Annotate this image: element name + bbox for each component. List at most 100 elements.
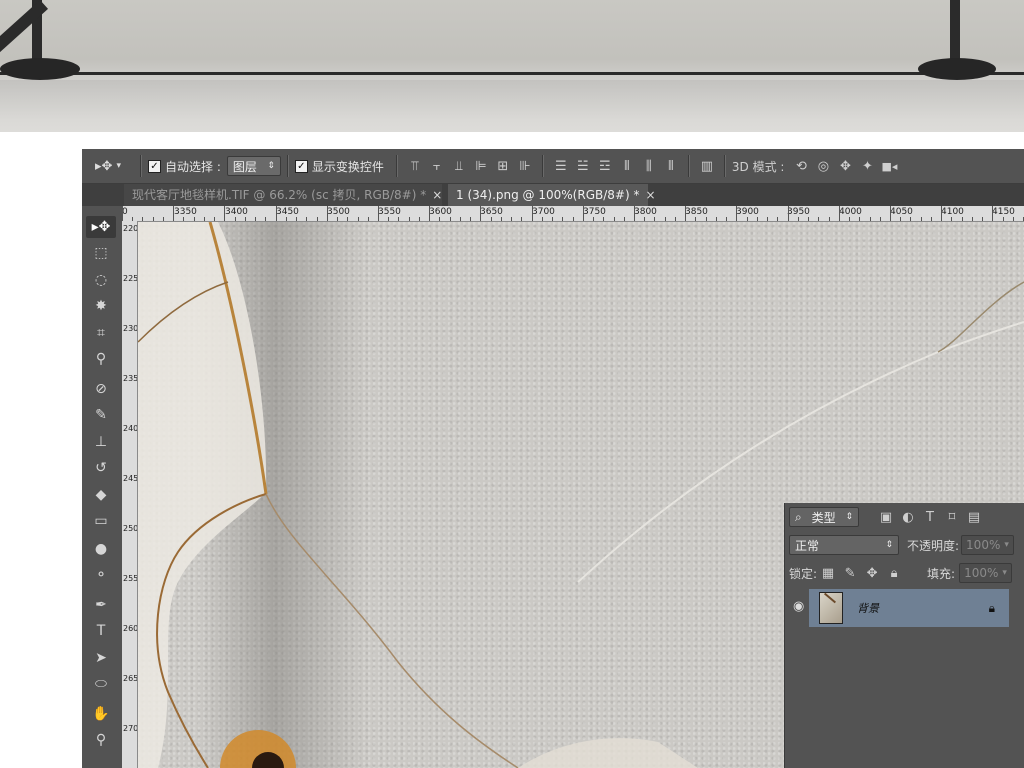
options-bar: ▸✥ ▾ ✓ 自动选择 : 图层 ⇕ ✓ 显示变换控件 ⫪ ⫟ ⫫ ⊫ ⊞ ⊪ …	[82, 149, 1024, 184]
align-vertical-center-icon[interactable]: ⫟	[426, 159, 448, 174]
ruler-tick	[418, 217, 420, 221]
auto-select-dropdown[interactable]: 图层 ⇕	[226, 156, 281, 176]
zoom-tool-icon[interactable]: ⚲	[86, 729, 116, 751]
align-bottom-icon[interactable]: ⫫	[448, 159, 470, 174]
ruler-tick	[603, 217, 605, 221]
ruler-label: 3600	[429, 207, 452, 217]
pixel-layer-filter-icon[interactable]: ▣	[875, 510, 897, 525]
ruler-label: 2500	[123, 524, 138, 533]
divider	[395, 155, 398, 177]
path-selection-tool-icon[interactable]: ➤	[86, 647, 116, 669]
clone-stamp-tool-icon[interactable]: ⊥	[86, 431, 116, 453]
ruler-label: 3450	[276, 207, 299, 217]
ruler-label: 3850	[685, 207, 708, 217]
distribute-vertical-center-icon[interactable]: ☱	[572, 159, 594, 174]
ruler-tick	[828, 217, 830, 221]
chevron-down-icon: ▾	[1002, 568, 1007, 578]
ruler-tick	[224, 206, 226, 221]
align-left-icon[interactable]: ⊫	[470, 159, 492, 174]
filter-label: 类型	[811, 510, 836, 525]
3d-scale-icon[interactable]: ■◂	[878, 160, 900, 173]
fill-input[interactable]: 100% ▾	[959, 563, 1012, 583]
marquee-tool-icon[interactable]: ⬚	[86, 242, 116, 264]
3d-roll-icon[interactable]: ◎	[812, 159, 834, 174]
distribute-right-icon[interactable]: ⫴	[660, 159, 682, 174]
blur-tool-icon[interactable]: ●	[86, 538, 116, 560]
opacity-input[interactable]: 100% ▾	[961, 535, 1014, 555]
ruler-tick	[449, 217, 451, 221]
align-top-icon[interactable]: ⫪	[404, 159, 426, 174]
ruler-tick	[715, 217, 717, 221]
eraser-tool-icon[interactable]: ◆	[86, 484, 116, 506]
lock-position-icon[interactable]: ✥	[861, 566, 883, 581]
dodge-tool-icon[interactable]: ⚬	[86, 564, 116, 586]
ruler-tick	[787, 206, 789, 221]
left-stand-base	[0, 58, 80, 80]
distribute-top-icon[interactable]: ☰	[550, 159, 572, 174]
tab-carpet-mockup[interactable]: 现代客厅地毯样机.TIF @ 66.2% (sc 拷贝, RGB/8#) * ×	[124, 184, 442, 206]
3d-rotate-icon[interactable]: ⟲	[790, 159, 812, 174]
adjustment-layer-filter-icon[interactable]: ◐	[897, 510, 919, 525]
vein-line	[265, 493, 519, 768]
blend-mode-dropdown[interactable]: 正常 ⇕	[789, 535, 899, 555]
ruler-label: 3950	[787, 207, 810, 217]
3d-slide-icon[interactable]: ✦	[856, 159, 878, 174]
gradient-tool-icon[interactable]: ▭	[86, 510, 116, 532]
magic-wand-tool-icon[interactable]: ✸	[86, 295, 116, 317]
healing-brush-tool-icon[interactable]: ⊘	[86, 378, 116, 400]
ruler-tick	[296, 217, 298, 221]
smart-object-filter-icon[interactable]: ▤	[963, 510, 985, 525]
ruler-tick	[869, 217, 871, 221]
auto-align-layers-icon[interactable]: ▥	[696, 159, 718, 174]
move-tool-preset[interactable]: ▸✥ ▾	[82, 159, 134, 174]
distribute-horizontal-center-icon[interactable]: ⫼	[638, 159, 660, 174]
lock-fill-row: 锁定: ▦ ✎ ✥ 🔒︎ 填充: 100% ▾	[785, 563, 1024, 583]
lock-all-icon[interactable]: 🔒︎	[883, 566, 905, 581]
show-transform-checkbox[interactable]: ✓ 显示变换控件	[294, 158, 384, 175]
ruler-tick	[500, 217, 502, 221]
type-layer-filter-icon[interactable]: T	[919, 510, 941, 525]
lock-icon: 🔒︎	[988, 600, 995, 615]
layer-filter-dropdown[interactable]: ⌕ 类型 ⇕	[789, 507, 859, 527]
ruler-tick	[203, 217, 205, 221]
crop-tool-icon[interactable]: ⌗	[86, 322, 116, 344]
ruler-label: 2300	[123, 324, 138, 333]
lasso-tool-icon[interactable]: ◌	[86, 269, 116, 291]
ruler-label: 2200	[123, 224, 138, 233]
pen-tool-icon[interactable]: ✒	[86, 594, 116, 616]
divider	[286, 155, 289, 177]
ruler-label: 2600	[123, 624, 138, 633]
tab-png-document[interactable]: 1 (34).png @ 100%(RGB/8#) * ×	[448, 184, 656, 206]
history-brush-tool-icon[interactable]: ↺	[86, 457, 116, 479]
lock-image-pixels-icon[interactable]: ✎	[839, 566, 861, 581]
distribute-left-icon[interactable]: ⦀	[616, 159, 638, 174]
ruler-tick	[890, 206, 891, 221]
hand-tool-icon[interactable]: ✋	[86, 703, 116, 725]
shape-layer-filter-icon[interactable]: ⌑	[941, 510, 963, 525]
ruler-tick	[439, 217, 441, 221]
ellipse-tool-icon[interactable]: ⬭	[86, 673, 116, 695]
chevron-down-icon: ▾	[116, 161, 121, 171]
3d-pan-icon[interactable]: ✥	[834, 159, 856, 174]
ruler-tick	[378, 206, 379, 221]
align-horizontal-center-icon[interactable]: ⊞	[492, 159, 514, 174]
ruler-tick	[726, 217, 728, 221]
close-icon[interactable]: ×	[432, 188, 442, 202]
brush-tool-icon[interactable]: ✎	[86, 404, 116, 426]
updown-arrows-icon: ⇕	[267, 161, 275, 171]
ruler-tick	[470, 217, 472, 221]
align-right-icon[interactable]: ⊪	[514, 159, 536, 174]
eyedropper-tool-icon[interactable]: ⚲	[86, 348, 116, 370]
eye-visibility-icon[interactable]: ◉	[793, 599, 804, 614]
lock-transparent-pixels-icon[interactable]: ▦	[817, 566, 839, 581]
ruler-tick	[797, 217, 799, 221]
auto-select-checkbox[interactable]: ✓ 自动选择 :	[148, 158, 221, 175]
ruler-tick	[930, 217, 932, 221]
type-tool-icon[interactable]: T	[86, 620, 116, 642]
move-tool-icon[interactable]: ▸✥	[86, 216, 116, 238]
ruler-tick	[214, 217, 216, 221]
divider	[723, 155, 726, 177]
distribute-bottom-icon[interactable]: ☲	[594, 159, 616, 174]
layer-row-background[interactable]: 背景 🔒︎	[809, 589, 1009, 627]
close-icon[interactable]: ×	[645, 188, 655, 202]
